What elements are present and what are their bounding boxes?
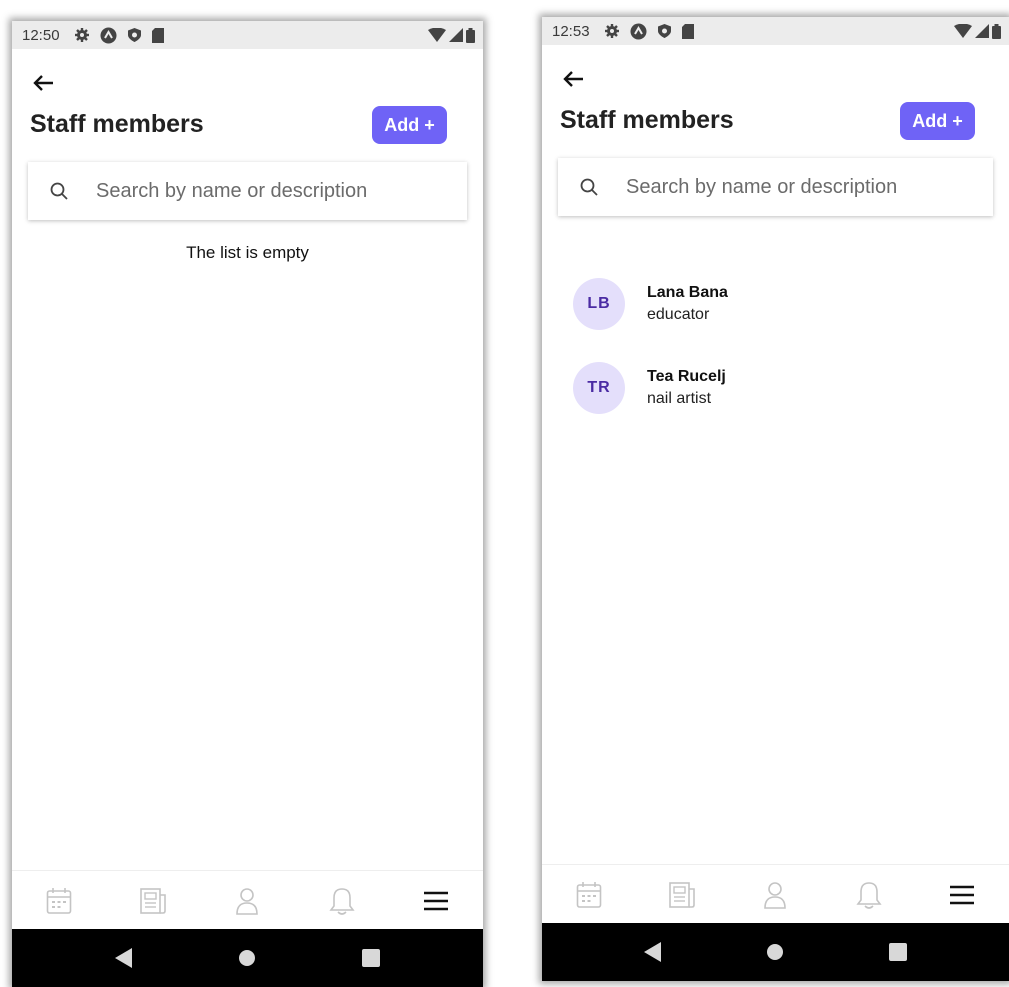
nav-menu[interactable] (416, 881, 456, 921)
settings-status-icon (604, 24, 619, 38)
bell-icon (856, 881, 882, 909)
bottom-navigation (12, 870, 483, 930)
nav-calendar[interactable] (569, 875, 609, 915)
staff-name: Tea Rucelj (647, 368, 726, 385)
avatar: TR (573, 362, 625, 414)
status-bar: 12:50 (12, 21, 483, 49)
battery-icon (466, 27, 475, 43)
app-status-icon (630, 23, 647, 39)
sdcard-status-icon (151, 27, 164, 43)
calendar-icon (576, 881, 601, 908)
system-back-icon[interactable] (644, 942, 662, 962)
battery-icon (992, 23, 1001, 39)
nav-notifications[interactable] (322, 881, 362, 921)
signal-icon (449, 28, 463, 42)
phone-screen-empty: 12:50 Staff members Add + Search by name… (12, 21, 483, 987)
system-navigation-bar (12, 929, 483, 987)
status-time: 12:50 (22, 26, 60, 44)
add-staff-button[interactable]: Add + (372, 106, 447, 144)
wifi-icon (428, 28, 446, 42)
nav-profile[interactable] (227, 881, 267, 921)
nav-news[interactable] (662, 875, 702, 915)
news-icon (669, 881, 695, 908)
search-icon (50, 182, 68, 200)
status-bar: 12:53 (542, 17, 1009, 45)
system-home-icon[interactable] (238, 949, 256, 967)
wifi-icon (954, 24, 972, 38)
nav-news[interactable] (133, 881, 173, 921)
staff-list-item[interactable]: TR Tea Rucelj nail artist (573, 346, 989, 430)
phone-screen-list: 12:53 Staff members Add + Search by name… (542, 17, 1009, 981)
search-placeholder: Search by name or description (626, 175, 898, 198)
staff-description: nail artist (647, 390, 712, 407)
person-icon (236, 887, 259, 915)
app-status-icon (100, 27, 117, 43)
system-recents-icon[interactable] (362, 949, 381, 967)
search-icon (580, 178, 598, 196)
nav-profile[interactable] (755, 875, 795, 915)
search-input[interactable]: Search by name or description (28, 162, 467, 220)
back-button[interactable] (32, 74, 54, 97)
staff-name: Lana Bana (647, 284, 728, 301)
sdcard-status-icon (681, 23, 694, 39)
back-button[interactable] (562, 70, 584, 93)
menu-icon (950, 885, 975, 904)
arrow-left-icon (33, 75, 53, 91)
signal-icon (975, 24, 989, 38)
bell-icon (329, 887, 355, 915)
page-title: Staff members (560, 106, 734, 134)
empty-list-message: The list is empty (186, 243, 309, 262)
arrow-left-icon (563, 71, 583, 87)
person-icon (764, 881, 787, 909)
staff-description: educator (647, 306, 710, 323)
staff-list: LB Lana Bana educator TR Tea Rucelj nail… (573, 262, 989, 430)
add-staff-button[interactable]: Add + (900, 102, 975, 140)
avatar: LB (573, 278, 625, 330)
menu-icon (423, 891, 448, 910)
nav-calendar[interactable] (39, 881, 79, 921)
search-placeholder: Search by name or description (96, 179, 368, 202)
system-recents-icon[interactable] (888, 943, 907, 961)
nav-notifications[interactable] (849, 875, 889, 915)
status-time: 12:53 (552, 22, 590, 40)
system-home-icon[interactable] (766, 943, 784, 961)
shield-status-icon (657, 24, 671, 38)
news-icon (140, 887, 167, 914)
bottom-navigation (542, 864, 1009, 924)
shield-status-icon (127, 28, 141, 42)
calendar-icon (46, 887, 72, 914)
system-back-icon[interactable] (114, 948, 133, 968)
nav-menu[interactable] (942, 875, 982, 915)
settings-status-icon (74, 28, 89, 42)
search-input[interactable]: Search by name or description (558, 158, 993, 216)
system-navigation-bar (542, 923, 1009, 981)
page-title: Staff members (30, 110, 204, 138)
staff-list-item[interactable]: LB Lana Bana educator (573, 262, 989, 346)
